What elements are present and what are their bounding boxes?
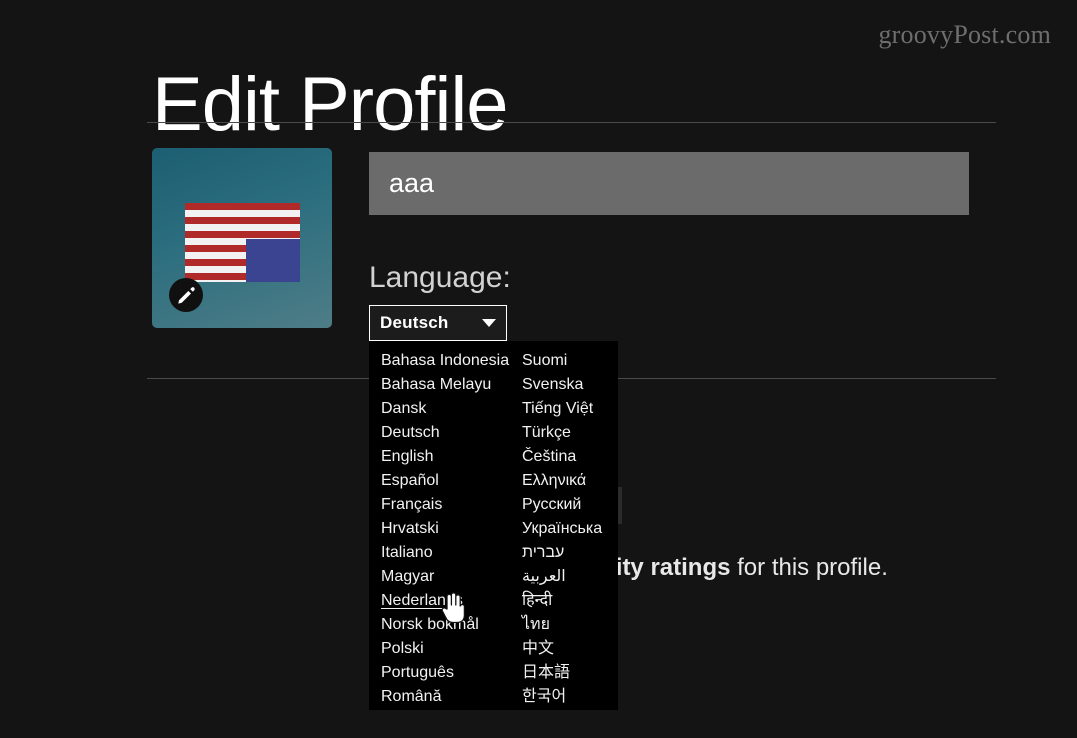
maturity-description-suffix: for this profile. xyxy=(730,554,888,581)
profile-name-input[interactable] xyxy=(369,152,969,215)
chevron-down-icon xyxy=(482,319,496,327)
language-option[interactable]: Bahasa Melayu xyxy=(381,373,518,397)
language-option[interactable]: 日本語 xyxy=(522,661,618,685)
language-option[interactable]: Italiano xyxy=(381,541,518,565)
avatar-flag-canton xyxy=(246,239,300,282)
language-option[interactable]: Română xyxy=(381,685,518,709)
language-option[interactable]: Português xyxy=(381,661,518,685)
language-option[interactable]: Tiếng Việt xyxy=(522,397,618,421)
language-option[interactable]: English xyxy=(381,445,518,469)
language-option[interactable]: Hrvatski xyxy=(381,517,518,541)
language-option[interactable]: 한국어 xyxy=(522,685,618,709)
language-option[interactable]: Nederlands xyxy=(381,589,518,613)
language-option[interactable]: हिन्दी xyxy=(522,589,618,613)
language-options-column-left: Bahasa Indonesia Bahasa Melayu Dansk Deutsc… xyxy=(369,349,518,710)
language-options-column-right: Suomi Svenska Tiếng Việt Türkçe Čeština Ελλην… xyxy=(518,349,618,710)
language-option[interactable]: Español xyxy=(381,469,518,493)
language-select-value: Deutsch xyxy=(380,313,449,332)
language-option[interactable]: Türkçe xyxy=(522,421,618,445)
language-option[interactable]: עברית xyxy=(522,541,618,565)
language-option[interactable]: Suomi xyxy=(522,349,618,373)
language-option[interactable]: Dansk xyxy=(381,397,518,421)
language-option[interactable]: Polski xyxy=(381,637,518,661)
language-option[interactable]: Bahasa Indonesia xyxy=(381,349,518,373)
language-select-button[interactable]: Deutsch xyxy=(369,305,507,341)
language-option[interactable]: Norsk bokmål xyxy=(381,613,518,637)
edit-profile-page: groovyPost.com Edit Profile Language: Ma… xyxy=(0,0,1077,738)
language-option[interactable]: Svenska xyxy=(522,373,618,397)
language-option[interactable]: 中文 xyxy=(522,637,618,661)
language-option[interactable]: Magyar xyxy=(381,565,518,589)
language-option[interactable]: Deutsch xyxy=(381,421,518,445)
language-option[interactable]: ไทย xyxy=(522,613,618,637)
language-option[interactable]: Français xyxy=(381,493,518,517)
language-label: Language: xyxy=(369,261,511,294)
site-watermark: groovyPost.com xyxy=(878,20,1051,49)
page-title: Edit Profile xyxy=(152,61,508,147)
pencil-icon[interactable] xyxy=(169,278,203,312)
language-option[interactable]: Čeština xyxy=(522,445,618,469)
language-option[interactable]: Українська xyxy=(522,517,618,541)
language-option[interactable]: Русский xyxy=(522,493,618,517)
avatar-flag-icon xyxy=(185,203,300,282)
language-dropdown-panel[interactable]: Bahasa Indonesia Bahasa Melayu Dansk Deutsc… xyxy=(369,341,618,710)
divider-top xyxy=(147,122,996,123)
language-option[interactable]: العربية xyxy=(522,565,618,589)
profile-avatar[interactable] xyxy=(152,148,332,328)
language-option[interactable]: Ελληνικά xyxy=(522,469,618,493)
